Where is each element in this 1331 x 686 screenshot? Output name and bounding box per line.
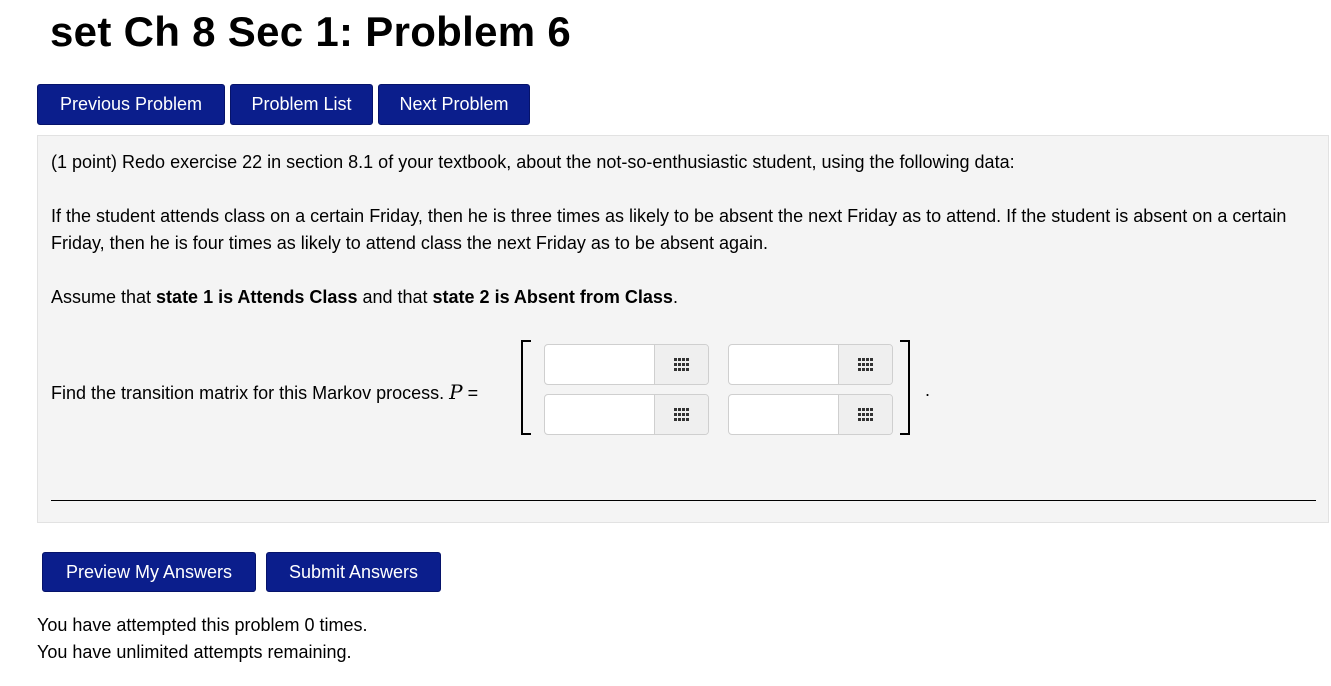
problem-list-button[interactable]: Problem List <box>230 84 373 125</box>
state-1-definition: state 1 is Attends Class <box>156 287 358 307</box>
matrix-cell-2-1 <box>544 394 709 435</box>
equals-sign: = <box>467 383 479 403</box>
matrix-input-1-1[interactable] <box>545 345 654 384</box>
assume-suffix: . <box>672 287 678 307</box>
attempts-status: You have attempted this problem 0 times. <box>37 615 368 635</box>
equation-editor-button[interactable] <box>654 345 708 384</box>
equation-editor-button[interactable] <box>654 395 708 434</box>
preview-answers-button[interactable]: Preview My Answers <box>42 552 256 592</box>
matrix-period: . <box>925 380 931 400</box>
grid-icon <box>857 357 873 371</box>
matrix-prompt: Find the transition matrix for this Mark… <box>51 379 478 407</box>
equation-editor-button[interactable] <box>838 395 892 434</box>
problem-panel: (1 point) Redo exercise 22 in section 8.… <box>37 135 1329 523</box>
matrix-input-2-1[interactable] <box>545 395 654 434</box>
assume-prefix: Assume that <box>51 287 157 307</box>
matrix-prompt-text: Find the transition matrix for this Mark… <box>51 383 445 403</box>
state-2-definition: state 2 is Absent from Class <box>432 287 673 307</box>
grid-icon <box>673 357 689 371</box>
problem-intro: (1 point) Redo exercise 22 in section 8.… <box>51 152 1015 172</box>
equation-editor-button[interactable] <box>838 345 892 384</box>
previous-problem-button[interactable]: Previous Problem <box>37 84 225 125</box>
matrix-cell-1-2 <box>728 344 893 385</box>
divider <box>51 500 1316 501</box>
grid-icon <box>673 407 689 421</box>
page-title: set Ch 8 Sec 1: Problem 6 <box>50 8 572 55</box>
remaining-status: You have unlimited attempts remaining. <box>37 642 352 662</box>
matrix-left-bracket <box>521 340 531 435</box>
problem-scenario: If the student attends class on a certai… <box>51 206 1287 253</box>
matrix-input-2-2[interactable] <box>729 395 838 434</box>
grid-icon <box>857 407 873 421</box>
matrix-cell-1-1 <box>544 344 709 385</box>
matrix-variable: P <box>449 380 463 404</box>
assume-middle: and that <box>357 287 433 307</box>
matrix-right-bracket <box>900 340 910 435</box>
problem-assumption: Assume that state 1 is Attends Class and… <box>51 284 1316 311</box>
matrix-input-1-2[interactable] <box>729 345 838 384</box>
submit-answers-button[interactable]: Submit Answers <box>266 552 441 592</box>
next-problem-button[interactable]: Next Problem <box>378 84 530 125</box>
matrix-cell-2-2 <box>728 394 893 435</box>
